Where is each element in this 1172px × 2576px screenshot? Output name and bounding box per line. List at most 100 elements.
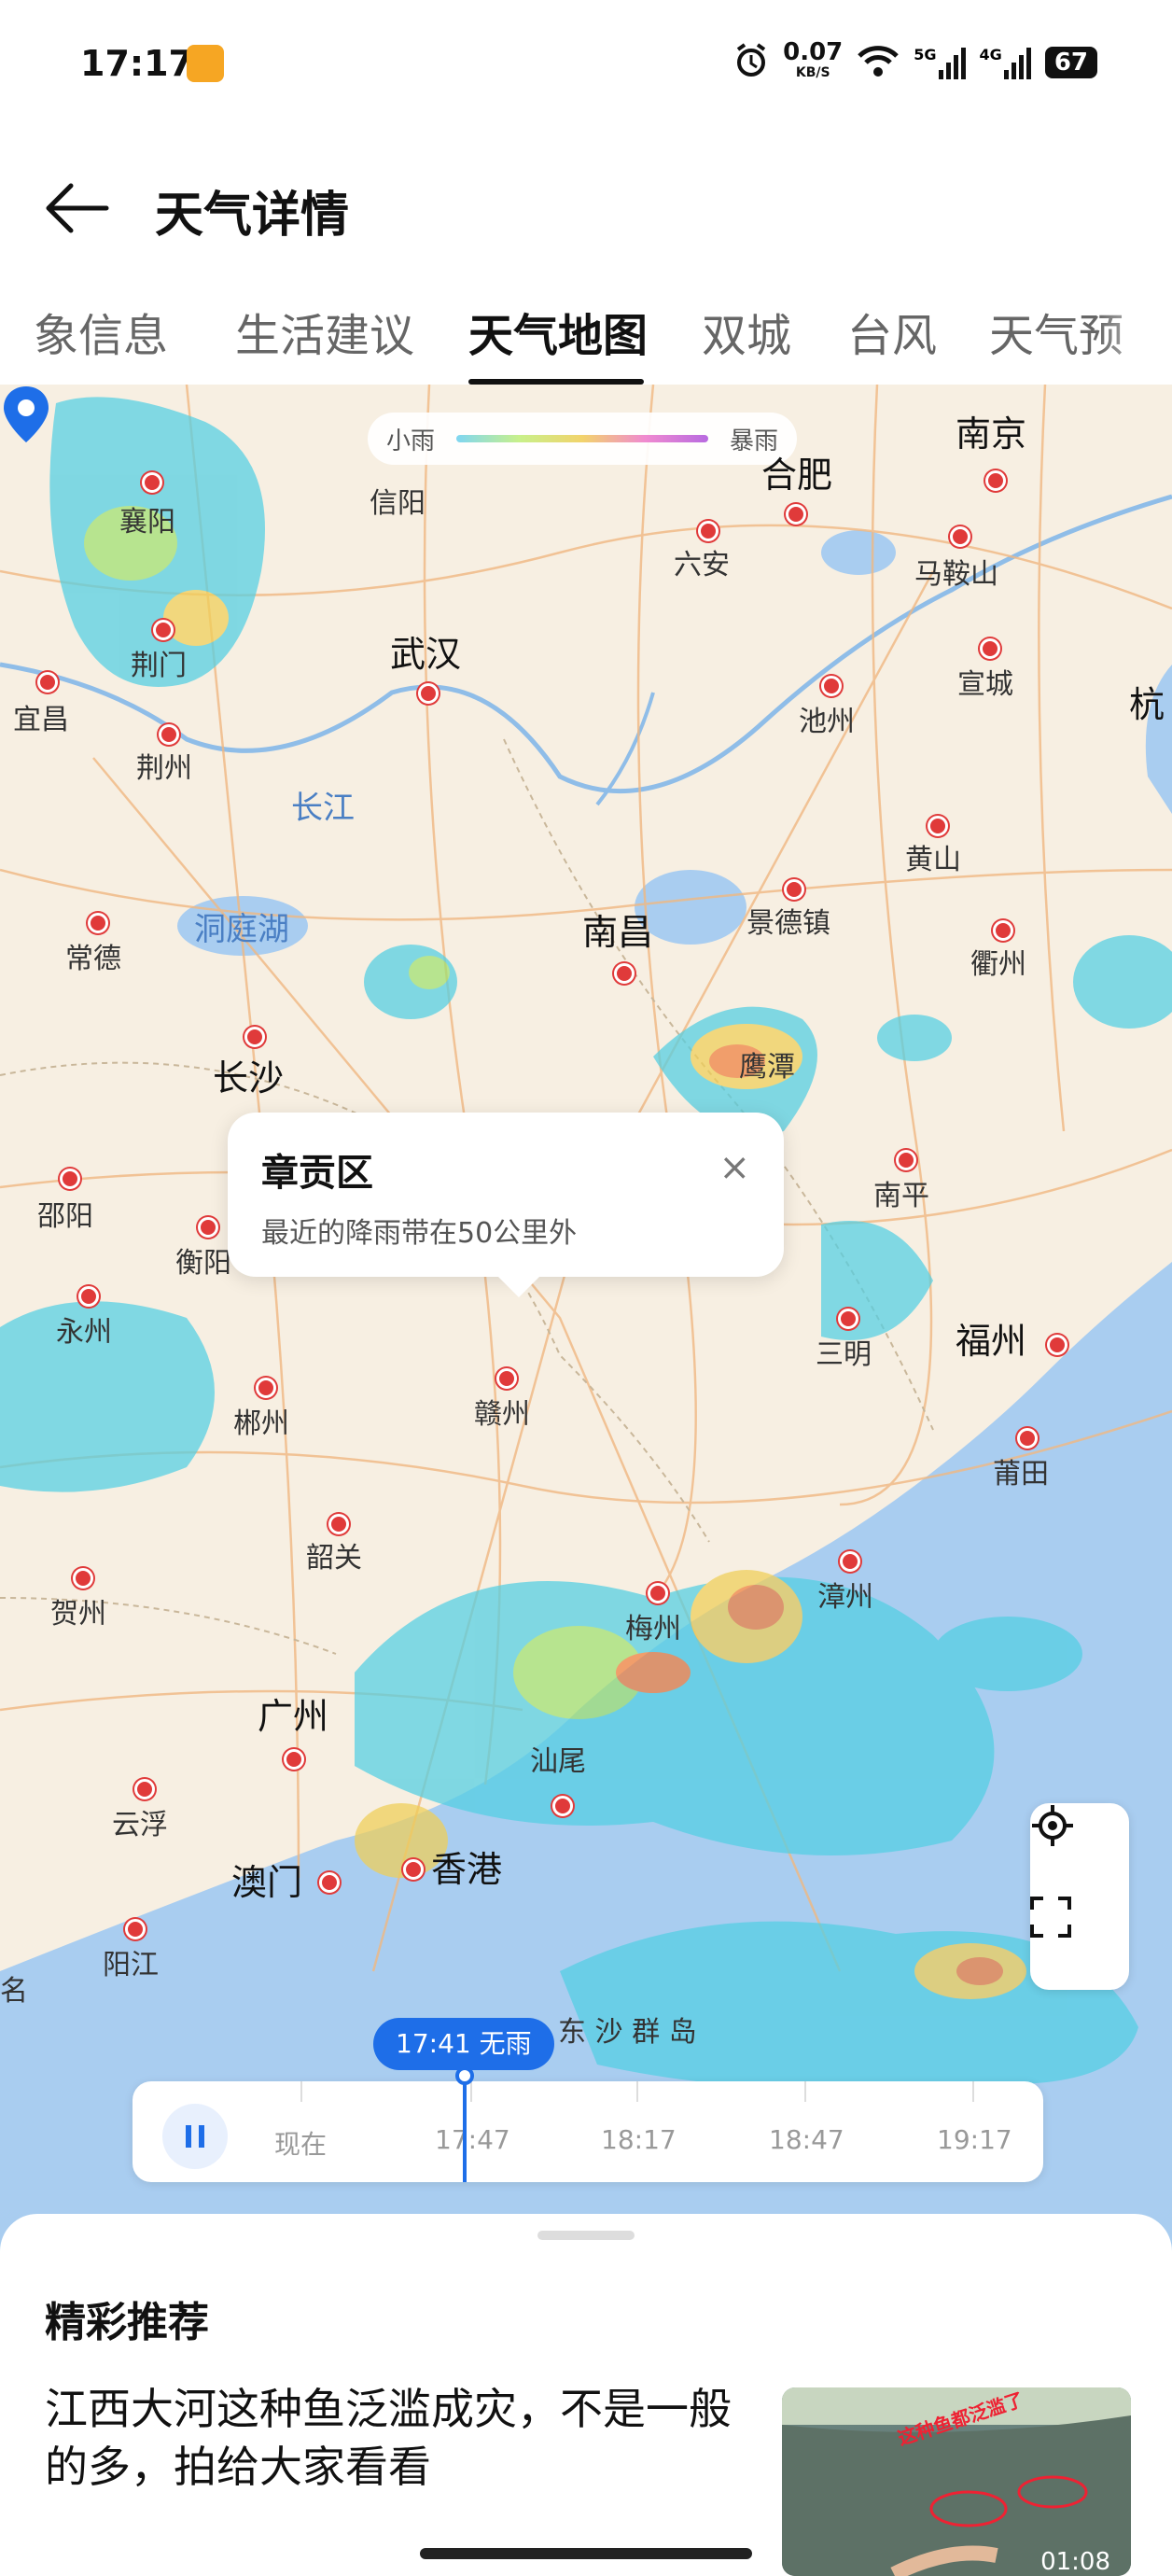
city-label: 合肥	[761, 455, 833, 496]
city-dot	[134, 1779, 155, 1799]
weather-map[interactable]: 小雨 暴雨 南京 合肥 武汉 南昌 长沙 福州 广州 香港 澳门 杭 襄阳 信阳…	[0, 385, 1172, 2298]
city-label: 漳州	[817, 1581, 873, 1614]
fullscreen-icon	[1030, 1897, 1071, 1938]
city-label: 长沙	[213, 1057, 285, 1099]
popup-title: 章贡区	[261, 1152, 373, 1195]
close-icon[interactable]: ×	[719, 1146, 750, 1189]
city-label: 信阳	[370, 487, 426, 520]
city-dot	[928, 816, 948, 836]
city-label: 赣州	[474, 1398, 530, 1431]
battery-indicator: 67	[1044, 47, 1097, 78]
tab-bar: 象信息 生活建议 天气地图 双城 台风 天气预	[0, 280, 1172, 385]
city-label: 云浮	[112, 1809, 168, 1841]
city-label: 三明	[816, 1338, 872, 1371]
city-label: 南京	[956, 413, 1027, 455]
fullscreen-button[interactable]	[1030, 1897, 1129, 1990]
city-label: 襄阳	[119, 506, 175, 539]
city-dot	[256, 1378, 276, 1398]
radar-timeline[interactable]: 现在 17:47 18:17 18:47 19:17	[133, 2066, 1043, 2182]
city-dot	[284, 1749, 304, 1770]
city-label: 景德镇	[746, 907, 830, 940]
city-label: 郴州	[233, 1407, 289, 1440]
city-dot	[784, 879, 804, 900]
city-label: 池州	[799, 706, 855, 738]
city-dot	[159, 724, 179, 745]
timeline-label: 18:17	[601, 2124, 677, 2155]
city-label: 南昌	[582, 912, 654, 953]
city-dot	[614, 963, 635, 984]
city-label: 南平	[873, 1180, 929, 1212]
city-dot	[950, 526, 970, 547]
city-dot	[198, 1217, 218, 1238]
city-label: 澳门	[231, 1862, 303, 1903]
tab-weather-info[interactable]: 象信息	[34, 299, 168, 364]
tab-dual-city[interactable]: 双城	[702, 299, 791, 364]
tab-life-advice[interactable]: 生活建议	[235, 299, 414, 364]
city-label: 广州	[258, 1696, 329, 1737]
location-popup[interactable]: 章贡区 最近的降雨带在50公里外 ×	[228, 1113, 784, 1297]
city-dot	[993, 920, 1013, 941]
city-dot	[60, 1169, 80, 1189]
city-label: 梅州	[625, 1613, 681, 1645]
city-label: 宣城	[957, 668, 1013, 701]
locate-button[interactable]	[1030, 1803, 1129, 1897]
city-label: 黄山	[905, 844, 961, 876]
city-dot	[1017, 1428, 1038, 1449]
city-dot	[78, 1286, 99, 1307]
city-dot	[896, 1150, 916, 1170]
city-dot	[88, 913, 108, 933]
city-dot	[37, 672, 58, 693]
city-label: 莆田	[993, 1458, 1049, 1491]
city-label: 福州	[956, 1321, 1027, 1362]
signal-5g-icon: 5G	[914, 46, 966, 79]
timeline-cursor[interactable]	[455, 2066, 474, 2182]
city-dot	[1047, 1335, 1067, 1355]
news-video-thumbnail[interactable]: 这种鱼都泛滥了 01:08	[782, 2387, 1131, 2576]
city-label: 名	[0, 1975, 28, 2008]
timeline-tick	[470, 2081, 472, 2102]
signal-4g-icon: 4G	[980, 46, 1032, 79]
city-label: 香港	[431, 1849, 503, 1890]
tab-weather-map[interactable]: 天气地图	[468, 299, 648, 364]
city-label: 武汉	[390, 634, 462, 675]
timeline-label: 18:47	[769, 2124, 844, 2155]
city-dot	[786, 504, 806, 525]
notification-app-icon	[187, 45, 224, 82]
pause-button[interactable]	[162, 2104, 228, 2169]
status-time: 17:17	[80, 43, 193, 84]
city-label: 常德	[65, 943, 121, 975]
popup-subtitle: 最近的降雨带在50公里外	[261, 1217, 578, 1250]
city-label: 汕尾	[530, 1745, 586, 1778]
location-pin-icon	[4, 386, 49, 442]
city-dot	[980, 638, 1000, 659]
timeline-tick	[300, 2081, 302, 2102]
timeline-tick	[636, 2081, 638, 2102]
section-title: 精彩推荐	[45, 2299, 209, 2346]
city-dot	[142, 472, 162, 493]
tab-typhoon[interactable]: 台风	[847, 299, 937, 364]
status-indicators: 0.07 KB/S 5G 4G 67	[732, 40, 1097, 84]
city-dot	[153, 620, 174, 640]
city-label: 荆州	[136, 752, 192, 785]
news-title[interactable]: 江西大河这种鱼泛滥成灾，不是一般的多，拍给大家看看	[45, 2380, 735, 2496]
signal-5g-label: 5G	[914, 46, 937, 63]
city-label: 杭	[1129, 684, 1165, 725]
legend-gradient-bar	[456, 435, 708, 442]
city-dot	[552, 1796, 573, 1816]
page-title: 天气详情	[155, 188, 350, 244]
map-controls	[1030, 1803, 1129, 1990]
home-indicator[interactable]	[420, 2548, 752, 2559]
wifi-icon	[856, 43, 900, 82]
sheet-grabber[interactable]	[537, 2231, 635, 2240]
current-time-badge: 17:41 无雨	[373, 2018, 554, 2070]
city-dot	[840, 1551, 860, 1572]
alarm-icon	[732, 42, 770, 83]
city-dot	[328, 1514, 349, 1534]
recommend-sheet: 精彩推荐 江西大河这种鱼泛滥成灾，不是一般的多，拍给大家看看 这种鱼都泛滥了 0…	[0, 2214, 1172, 2576]
back-button[interactable]	[41, 175, 116, 241]
pause-icon	[186, 2125, 204, 2148]
signal-4g-label: 4G	[979, 46, 1002, 63]
status-bar: 17:17 0.07 KB/S 5G 4G 67	[0, 0, 1172, 131]
city-label: 阳江	[103, 1949, 159, 1981]
locate-icon	[1032, 1805, 1073, 1846]
